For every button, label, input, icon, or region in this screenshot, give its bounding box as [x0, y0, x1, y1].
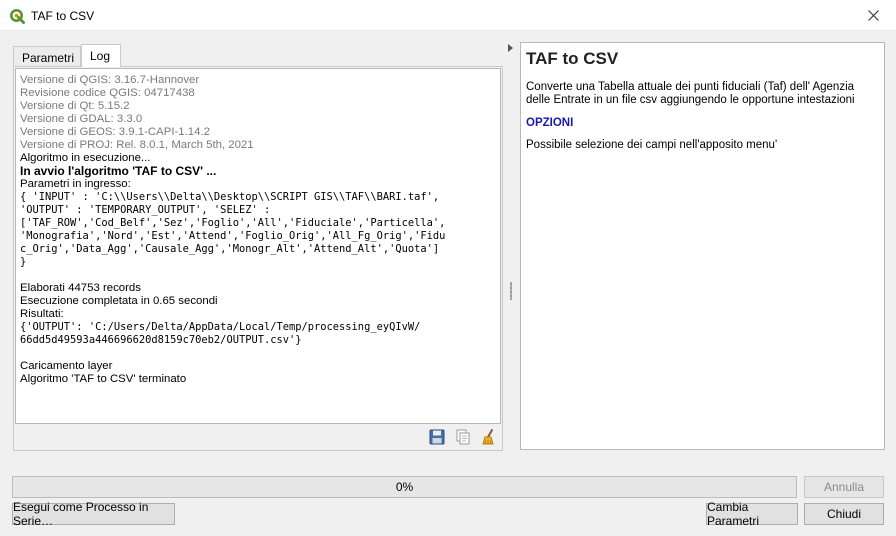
qgis-logo-icon [9, 8, 25, 24]
help-note: Possibile selezione dei campi nell'appos… [526, 139, 778, 151]
run-batch-button-label: Esegui come Processo in Serie… [13, 500, 149, 528]
title-bar: TAF to CSV [0, 0, 896, 31]
log-line: c_Orig','Data_Agg','Causale_Agg','Monogr… [20, 243, 440, 255]
copy-log-icon[interactable] [454, 428, 472, 446]
log-line: Versione di QGIS: 3.16.7-Hannover [20, 74, 200, 86]
log-line: 66dd5d49593a446696620d8159c70eb2/OUTPUT.… [20, 334, 302, 346]
window-title: TAF to CSV [31, 9, 95, 23]
log-line: 'Monografia','Nord','Est','Attend','Fogl… [20, 230, 446, 242]
log-line: {'OUTPUT': 'C:/Users/Delta/AppData/Local… [20, 321, 421, 333]
log-line: Versione di Qt: 5.15.2 [20, 100, 130, 112]
clear-log-icon[interactable] [480, 428, 498, 446]
log-line: Versione di GDAL: 3.3.0 [20, 113, 143, 125]
log-panel: Versione di QGIS: 3.16.7-Hannover Revisio… [13, 66, 503, 451]
change-parameters-button[interactable]: Cambia Parametri [706, 500, 798, 528]
help-panel: TAF to CSV Converte una Tabella attuale … [520, 42, 885, 450]
tab-parametri[interactable]: Parametri [13, 46, 81, 66]
collapse-arrow-icon[interactable] [508, 44, 513, 52]
log-line: 'OUTPUT' : 'TEMPORARY_OUTPUT', 'SELEZ' : [20, 204, 271, 216]
log-line: Elaborati 44753 records [20, 282, 141, 294]
log-line: Parametri in ingresso: [20, 178, 131, 190]
help-description: Converte una Tabella attuale dei punti f… [526, 81, 855, 106]
log-line: Versione di PROJ: Rel. 8.0.1, March 5th,… [20, 139, 254, 151]
log-toolbar [428, 428, 498, 446]
close-dialog-button[interactable]: Chiudi [804, 503, 884, 525]
panel-splitter[interactable] [506, 44, 516, 450]
log-line: ['TAF_ROW','Cod_Belf','Sez','Foglio','Al… [20, 217, 446, 229]
log-line: Algoritmo 'TAF to CSV' terminato [20, 373, 187, 385]
save-log-icon[interactable] [428, 428, 446, 446]
log-text-area[interactable]: Versione di QGIS: 3.16.7-Hannover Revisio… [15, 68, 501, 424]
run-batch-button[interactable]: Esegui come Processo in Serie… [12, 500, 175, 528]
cancel-button-label: Annulla [823, 480, 865, 494]
log-line: } [20, 256, 27, 268]
log-line: In avvio l'algoritmo 'TAF to CSV' ... [20, 164, 217, 178]
log-line: { 'INPUT' : 'C:\\Users\\Delta\\Desktop\\… [20, 191, 440, 203]
tab-label: Log [90, 49, 111, 63]
help-title: TAF to CSV [526, 49, 619, 68]
close-button[interactable] [850, 0, 896, 31]
splitter-handle-icon [510, 282, 512, 300]
log-line: Risultati: [20, 308, 64, 320]
close-icon [867, 10, 879, 21]
close-dialog-button-label: Chiudi [826, 507, 862, 521]
change-parameters-button-label: Cambia Parametri [707, 500, 760, 528]
help-section-heading: OPZIONI [526, 117, 574, 129]
tab-log[interactable]: Log [81, 44, 121, 67]
log-line: Esecuzione completata in 0.65 secondi [20, 295, 218, 307]
log-line: Caricamento layer [20, 360, 113, 372]
cancel-button[interactable]: Annulla [804, 476, 884, 498]
log-line: Versione di GEOS: 3.9.1-CAPI-1.14.2 [20, 126, 210, 138]
tab-label: Parametri [22, 51, 75, 65]
log-line: Revisione codice QGIS: 04717438 [20, 87, 195, 99]
progress-bar: 0% [12, 476, 797, 498]
progress-text: 0% [395, 480, 414, 494]
